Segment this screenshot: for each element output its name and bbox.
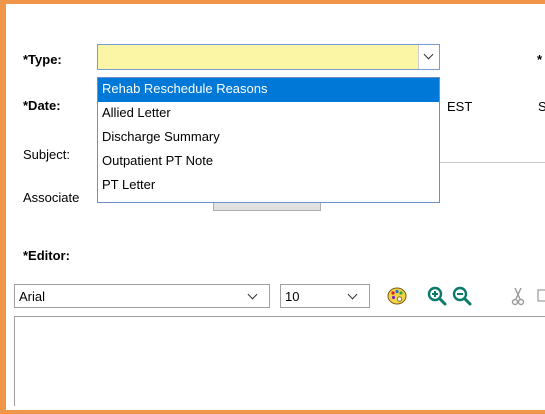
zoom-out-icon[interactable] <box>450 284 474 308</box>
right-cut-label-1: * <box>537 52 543 67</box>
time-zone-text: EST <box>447 99 473 114</box>
chevron-down-icon <box>247 289 258 300</box>
type-select[interactable] <box>97 44 440 70</box>
font-size-value: 10 <box>285 289 300 304</box>
copy-icon[interactable] <box>533 284 545 308</box>
right-cut-label-2: S <box>538 99 545 114</box>
zoom-in-icon[interactable] <box>425 284 449 308</box>
type-label: *Type: <box>23 52 62 67</box>
editor-label: *Editor: <box>23 248 70 263</box>
type-option-outpatient-pt-note[interactable]: Outpatient PT Note <box>98 150 439 174</box>
chevron-down-icon <box>423 49 434 60</box>
type-dropdown-list[interactable]: Rehab Reschedule Reasons Allied Letter D… <box>97 77 440 203</box>
cut-icon[interactable] <box>506 284 530 308</box>
palette-icon[interactable] <box>385 284 409 308</box>
type-option-allied-letter[interactable]: Allied Letter <box>98 102 439 126</box>
font-family-value: Arial <box>19 289 46 304</box>
type-option-discharge-summary[interactable]: Discharge Summary <box>98 126 439 150</box>
type-select-dropdown-button[interactable] <box>418 45 439 69</box>
font-size-select[interactable]: 10 <box>280 284 370 308</box>
font-family-select[interactable]: Arial <box>14 284 270 308</box>
subject-label: Subject: <box>23 147 70 162</box>
associate-label: Associate <box>23 190 80 205</box>
date-label: *Date: <box>23 98 61 113</box>
type-option-rehab-reschedule-reasons[interactable]: Rehab Reschedule Reasons <box>98 78 439 102</box>
chevron-down-icon <box>347 289 358 300</box>
type-option-pt-letter[interactable]: PT Letter <box>98 174 439 198</box>
editor-text-area[interactable] <box>14 316 545 406</box>
subject-field-edge <box>440 162 545 163</box>
